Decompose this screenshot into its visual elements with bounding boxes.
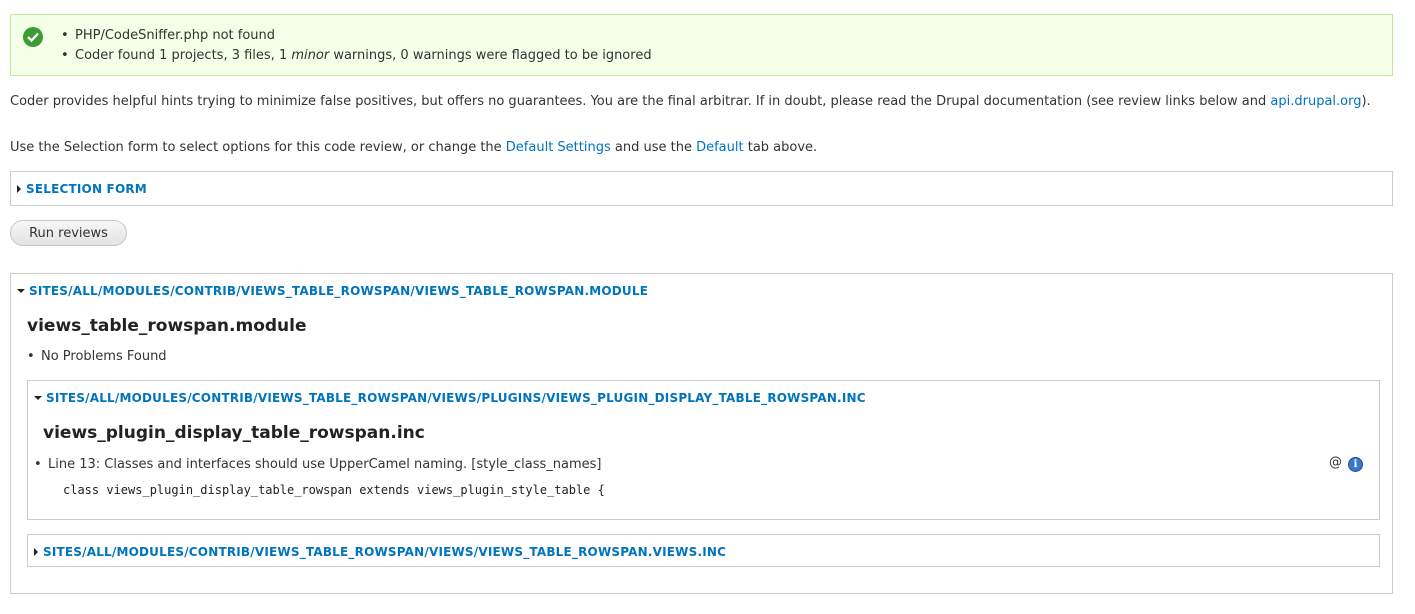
info-icon[interactable]: i xyxy=(1348,457,1363,472)
selection-form-fieldset: SELECTION FORM xyxy=(10,171,1393,206)
checkmark-icon xyxy=(23,27,43,47)
module-review-toggle[interactable]: SITES/ALL/MODULES/CONTRIB/VIEWS_TABLE_RO… xyxy=(17,284,648,298)
expanded-triangle-icon xyxy=(17,289,25,293)
views-inc-review-fieldset: SITES/ALL/MODULES/CONTRIB/VIEWS_TABLE_RO… xyxy=(27,534,1380,567)
run-reviews-button[interactable]: Run reviews xyxy=(10,220,127,246)
default-settings-link[interactable]: Default Settings xyxy=(506,140,611,155)
module-review-fieldset: SITES/ALL/MODULES/CONTRIB/VIEWS_TABLE_RO… xyxy=(10,273,1393,594)
collapsed-triangle-icon xyxy=(17,185,21,193)
collapsed-triangle-icon xyxy=(34,548,38,556)
plugin-review-toggle[interactable]: SITES/ALL/MODULES/CONTRIB/VIEWS_TABLE_RO… xyxy=(34,391,866,405)
status-message: PHP/CodeSniffer.php not found Coder foun… xyxy=(10,14,1393,76)
module-file-title: views_table_rowspan.module xyxy=(27,316,307,336)
at-icon[interactable]: @ xyxy=(1329,455,1342,470)
default-tab-link[interactable]: Default xyxy=(696,140,744,155)
status-item: Coder found 1 projects, 3 files, 1 minor… xyxy=(61,46,652,66)
status-item: PHP/CodeSniffer.php not found xyxy=(61,26,652,46)
status-list: PHP/CodeSniffer.php not found Coder foun… xyxy=(61,26,652,66)
module-results-list: No Problems Found xyxy=(21,348,167,366)
plugin-file-title: views_plugin_display_table_rowspan.inc xyxy=(43,423,425,443)
selection-help-text: Use the Selection form to select options… xyxy=(10,140,818,155)
plugin-review-fieldset: SITES/ALL/MODULES/CONTRIB/VIEWS_TABLE_RO… xyxy=(27,380,1380,520)
api-drupal-link[interactable]: api.drupal.org xyxy=(1270,94,1361,109)
views-inc-review-toggle[interactable]: SITES/ALL/MODULES/CONTRIB/VIEWS_TABLE_RO… xyxy=(34,545,726,559)
selection-form-toggle[interactable]: SELECTION FORM xyxy=(17,182,147,196)
list-item: No Problems Found xyxy=(21,348,167,366)
intro-text: Coder provides helpful hints trying to m… xyxy=(10,94,1371,109)
plugin-warnings-list: Line 13: Classes and interfaces should u… xyxy=(28,456,601,474)
code-snippet: class views_plugin_display_table_rowspan… xyxy=(63,483,605,497)
expanded-triangle-icon xyxy=(34,396,42,400)
list-item: Line 13: Classes and interfaces should u… xyxy=(28,456,601,474)
